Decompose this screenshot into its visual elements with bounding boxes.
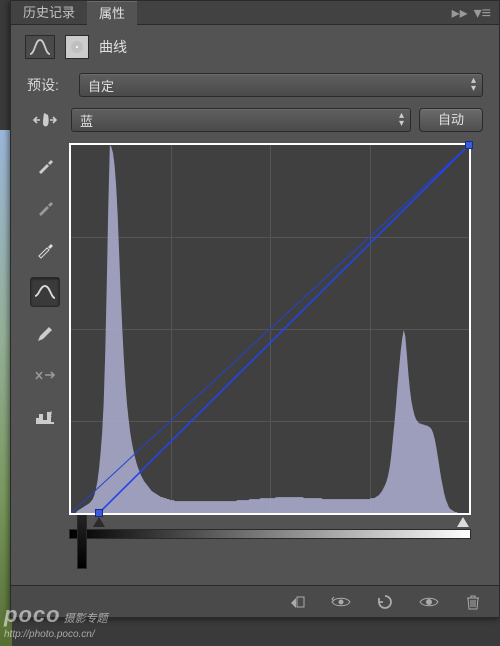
channel-select[interactable]: 蓝 ▴▾ xyxy=(71,108,411,132)
view-previous-icon[interactable] xyxy=(329,590,353,614)
targeted-adjustment-icon[interactable] xyxy=(27,107,63,133)
preset-label: 预设: xyxy=(27,75,71,95)
curve-edit-icon[interactable] xyxy=(30,277,60,307)
curves-chart[interactable] xyxy=(69,143,471,515)
smooth-icon[interactable] xyxy=(30,361,60,391)
auto-button[interactable]: 自动 xyxy=(419,108,483,132)
visibility-icon[interactable] xyxy=(417,590,441,614)
histogram-clip-icon[interactable]: ! xyxy=(30,403,60,433)
curve-point-highlight[interactable] xyxy=(465,141,473,149)
svg-text:!: ! xyxy=(50,410,52,419)
preset-value: 自定 xyxy=(88,76,114,95)
preset-select[interactable]: 自定 ▴▾ xyxy=(79,73,483,97)
white-input-slider[interactable] xyxy=(457,517,469,527)
tab-properties[interactable]: 属性 xyxy=(87,1,137,25)
curves-tool-column: ! xyxy=(27,143,63,539)
collapse-icon[interactable]: ▸▸ xyxy=(452,3,468,23)
properties-panel: 历史记录 属性 ▸▸ ▾≡ 曲线 预设: 自定 ▴▾ 蓝 ▴▾ xyxy=(10,0,500,618)
tab-history[interactable]: 历史记录 xyxy=(11,1,87,25)
pencil-icon[interactable] xyxy=(30,319,60,349)
black-input-slider[interactable] xyxy=(93,517,105,527)
clip-to-layer-icon[interactable] xyxy=(285,590,309,614)
channel-value: 蓝 xyxy=(80,111,93,130)
input-gradient xyxy=(69,529,471,539)
eyedropper-gray-icon[interactable] xyxy=(30,193,60,223)
input-sliders xyxy=(69,517,471,527)
adjustment-header: 曲线 xyxy=(11,25,499,67)
curve-point-shadow[interactable] xyxy=(95,509,103,517)
curves-adjustment-icon xyxy=(25,35,55,59)
layer-mask-thumb[interactable] xyxy=(65,35,89,59)
eyedropper-black-icon[interactable] xyxy=(30,151,60,181)
reset-icon[interactable] xyxy=(373,590,397,614)
adjustment-title: 曲线 xyxy=(99,37,127,57)
eyedropper-white-icon[interactable] xyxy=(30,235,60,265)
watermark: poco 摄影专题 http://photo.poco.cn/ xyxy=(4,602,108,640)
panel-tabs: 历史记录 属性 ▸▸ ▾≡ xyxy=(11,1,499,25)
histogram-shape xyxy=(71,145,469,513)
panel-menu-icon[interactable]: ▾≡ xyxy=(474,3,491,23)
trash-icon[interactable] xyxy=(461,590,485,614)
